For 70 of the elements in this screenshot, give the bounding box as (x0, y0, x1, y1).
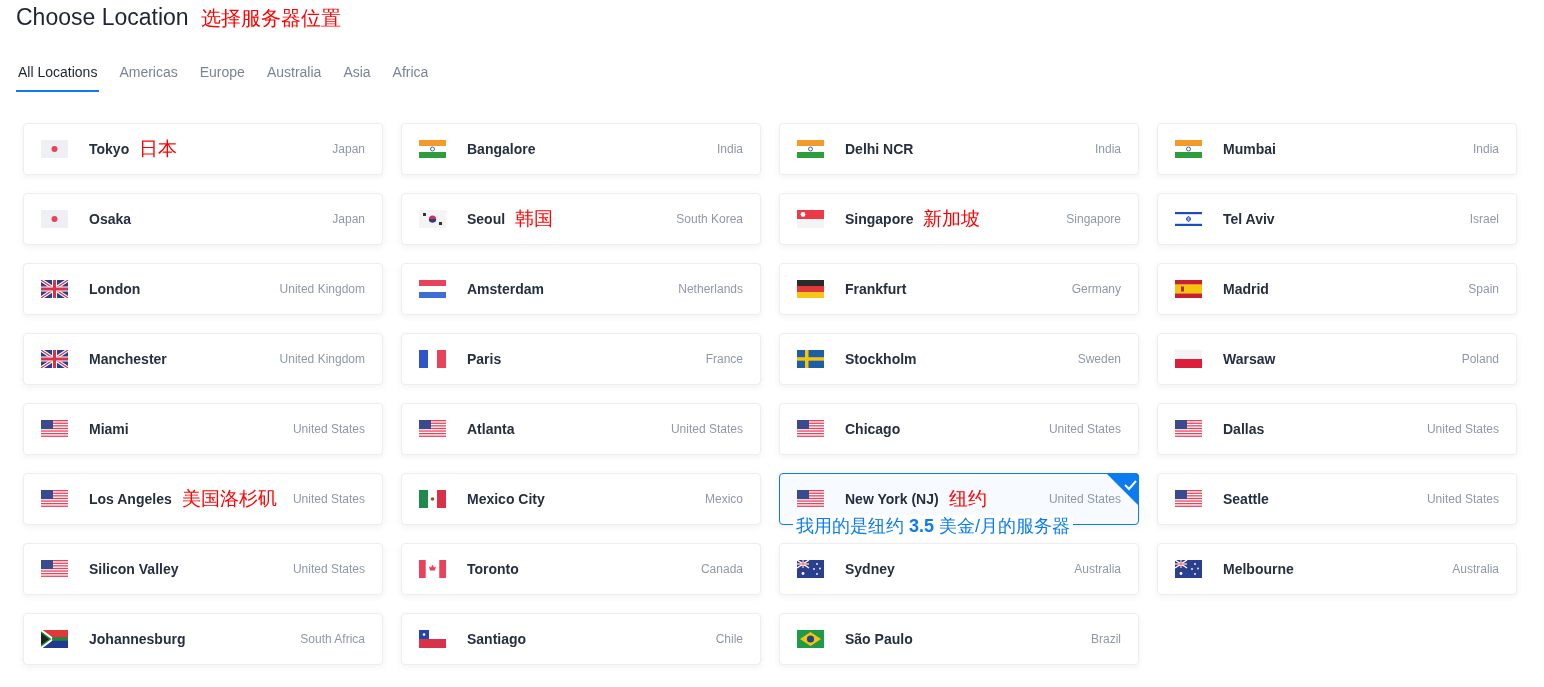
country-name: United States (292, 492, 365, 506)
city-name: Amsterdam (467, 281, 545, 297)
city-name: Seattle (1223, 491, 1269, 507)
city-name: Mexico City (467, 491, 545, 507)
country-name: Netherlands (678, 282, 743, 296)
country-name: Mexico (705, 492, 743, 506)
city-name: Warsaw (1223, 351, 1276, 367)
city-name: Tel Aviv (1223, 211, 1275, 227)
country-name: Israel (1469, 212, 1499, 226)
country-name: Spain (1468, 282, 1499, 296)
country-name: South Korea (676, 212, 743, 226)
city-name: Miami (89, 421, 129, 437)
city-name: Atlanta (467, 421, 515, 437)
city-name: Delhi NCR (845, 141, 914, 157)
page-title: Choose Location (16, 4, 189, 31)
country-name: Australia (1074, 562, 1121, 576)
city-name: London (89, 281, 141, 297)
city-name: Seoul (467, 211, 506, 227)
annotation-tooltip: 我用的是纽约 3.5 美金/月的服务器 (793, 515, 1074, 537)
annotation-note: 新加坡 (923, 207, 981, 231)
city-name: Madrid (1223, 281, 1269, 297)
city-name: New York (NJ) (845, 491, 939, 507)
city-name: Los Angeles (89, 491, 172, 507)
city-name: Silicon Valley (89, 561, 179, 577)
city-name: Melbourne (1223, 561, 1294, 577)
country-name: India (1094, 142, 1121, 156)
country-name: India (1472, 142, 1499, 156)
city-name: Manchester (89, 351, 167, 367)
country-name: United States (670, 422, 743, 436)
country-name: Australia (1452, 562, 1499, 576)
annotation-note: 韩国 (515, 207, 554, 231)
city-name: São Paulo (845, 631, 913, 647)
country-name: United States (292, 562, 365, 576)
country-name: Chile (715, 632, 743, 646)
country-name: United States (1048, 492, 1121, 506)
country-name: Singapore (1066, 212, 1121, 226)
country-name: United Kingdom (279, 352, 365, 366)
annotation-note: 选择服务器位置 (200, 6, 341, 31)
city-name: Paris (467, 351, 502, 367)
annotation-note: 美国洛杉矶 (181, 487, 277, 511)
country-name: Poland (1461, 352, 1499, 366)
country-name: Canada (700, 562, 743, 576)
country-name: Brazil (1091, 632, 1121, 646)
city-name: Chicago (845, 421, 901, 437)
city-name: Mumbai (1223, 141, 1276, 157)
country-name: United States (292, 422, 365, 436)
city-name: Singapore (845, 211, 914, 227)
country-name: India (716, 142, 743, 156)
city-name: Bangalore (467, 141, 536, 157)
annotation-note: 日本 (139, 137, 178, 161)
city-name: Sydney (845, 561, 895, 577)
country-name: United States (1426, 422, 1499, 436)
country-name: United States (1048, 422, 1121, 436)
city-name: Stockholm (845, 351, 917, 367)
annotation-note: 纽约 (948, 487, 987, 511)
city-name: Tokyo (89, 141, 130, 157)
country-name: Japan (332, 212, 365, 226)
city-name: Dallas (1223, 421, 1265, 437)
country-name: Japan (332, 142, 365, 156)
country-name: United States (1426, 492, 1499, 506)
country-name: Sweden (1077, 352, 1121, 366)
country-name: Germany (1071, 282, 1121, 296)
country-name: France (705, 352, 743, 366)
city-name: Santiago (467, 631, 527, 647)
city-name: Toronto (467, 561, 519, 577)
city-name: Osaka (89, 211, 132, 227)
city-name: Johannesburg (89, 631, 186, 647)
country-name: South Africa (300, 632, 365, 646)
country-name: United Kingdom (279, 282, 365, 296)
city-name: Frankfurt (845, 281, 907, 297)
